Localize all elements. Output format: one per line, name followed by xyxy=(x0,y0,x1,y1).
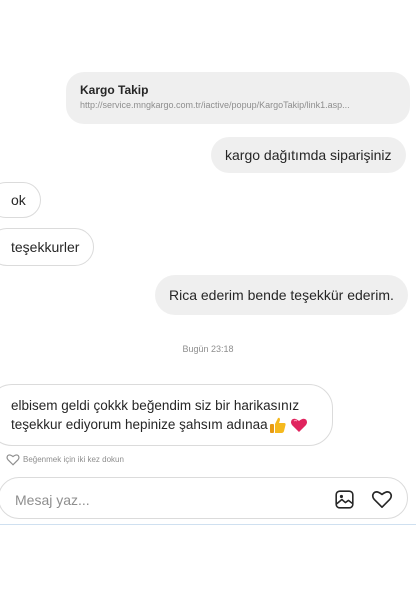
heart-outline-icon xyxy=(6,453,23,466)
message-incoming[interactable]: ok xyxy=(0,182,41,218)
message-text: kargo dağıtımda siparişiniz xyxy=(225,147,392,163)
link-preview-card[interactable]: Kargo Takip http://service.mngkargo.com.… xyxy=(66,72,410,124)
thumbs-up-icon xyxy=(269,416,287,434)
message-composer xyxy=(0,477,408,519)
message-outgoing[interactable]: kargo dağıtımda siparişiniz xyxy=(211,137,406,173)
message-text-block: elbisem geldi çokkk beğendim siz bir har… xyxy=(11,396,308,434)
heart-icon[interactable] xyxy=(371,488,393,510)
message-incoming[interactable]: elbisem geldi çokkk beğendim siz bir har… xyxy=(0,384,333,446)
like-hint[interactable]: Beğenmek için iki kez dokun xyxy=(6,452,124,466)
image-icon[interactable] xyxy=(333,488,355,510)
like-hint-text: Beğenmek için iki kez dokun xyxy=(23,454,124,464)
message-text: Rica ederim bende teşekkür ederim. xyxy=(169,287,394,303)
heart-emoji-icon xyxy=(290,416,308,434)
message-line: elbisem geldi çokkk beğendim siz bir har… xyxy=(11,398,300,413)
message-text: ok xyxy=(11,192,26,208)
divider xyxy=(0,524,416,525)
message-input[interactable] xyxy=(13,488,317,512)
link-preview-title: Kargo Takip xyxy=(80,83,149,97)
message-text: teşekkurler xyxy=(11,239,80,255)
message-line: teşekkur ediyorum hepinize şahsım adınaa xyxy=(11,417,268,432)
message-timestamp: Bugün 23:18 xyxy=(182,344,234,354)
message-incoming[interactable]: teşekkurler xyxy=(0,228,95,266)
message-outgoing[interactable]: Rica ederim bende teşekkür ederim. xyxy=(155,275,408,315)
message-line-2-row: teşekkur ediyorum hepinize şahsım adınaa xyxy=(11,415,308,434)
link-preview-url[interactable]: http://service.mngkargo.com.tr/iactive/p… xyxy=(80,98,396,112)
